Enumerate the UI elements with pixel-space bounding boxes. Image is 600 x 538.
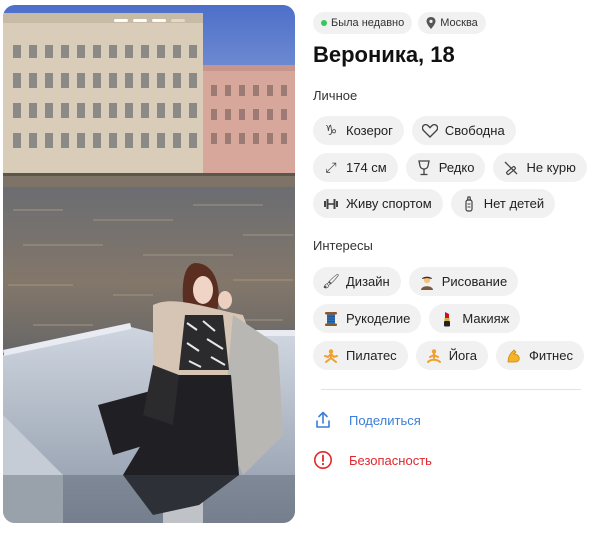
wine-glass-icon	[416, 159, 432, 176]
share-label: Поделиться	[349, 412, 421, 428]
capricorn-icon: ♑	[324, 122, 338, 138]
chip-row: Пилатес Йога Фитнес	[313, 341, 584, 370]
photo-dot[interactable]	[132, 19, 147, 22]
no-smoking-icon	[503, 160, 519, 176]
chip-children: Нет детей	[450, 189, 556, 218]
city-badge: Москва	[418, 12, 486, 34]
thread-icon	[323, 311, 339, 327]
photo-dot[interactable]	[151, 19, 166, 22]
chip-label: Не курю	[526, 160, 576, 175]
chip-label: Пилатес	[346, 348, 397, 363]
lipstick-icon	[439, 311, 455, 327]
safety-label: Безопасность	[349, 452, 432, 468]
photo-pagination	[3, 19, 295, 22]
divider	[321, 389, 581, 390]
chip-interest: Пилатес	[313, 341, 408, 370]
pilates-icon	[323, 348, 339, 364]
chip-row: Рукоделие Макияж	[313, 304, 521, 333]
chip-label: Йога	[448, 348, 477, 363]
safety-button[interactable]: Безопасность	[313, 450, 432, 470]
chip-label: Козерог	[346, 123, 393, 138]
artist-icon	[419, 274, 435, 290]
section-title-interests: Интересы	[313, 238, 373, 253]
heart-icon	[421, 123, 438, 139]
chip-interest: 🖌 Дизайн	[313, 267, 401, 296]
profile-details: Была недавно Москва Вероника, 18 Личное …	[313, 12, 593, 469]
dumbbell-icon	[323, 196, 339, 212]
chip-height: ⤢ 174 см	[313, 153, 398, 182]
photo-dot[interactable]	[113, 19, 128, 22]
photo-dot[interactable]	[170, 19, 185, 22]
height-icon: ⤢	[325, 159, 337, 175]
alert-circle-icon	[313, 450, 333, 470]
chip-label: 174 см	[346, 160, 387, 175]
share-icon	[313, 410, 333, 430]
location-pin-icon	[426, 17, 436, 29]
chip-label: Живу спортом	[346, 196, 432, 211]
share-button[interactable]: Поделиться	[313, 410, 421, 430]
chip-label: Фитнес	[528, 348, 573, 363]
paintbrush-icon: 🖌	[322, 273, 340, 289]
section-title-personal: Личное	[313, 88, 358, 103]
chip-label: Нет детей	[483, 196, 545, 211]
chip-row: ♑ Козерог Свободна	[313, 116, 516, 145]
baby-bottle-icon	[461, 195, 477, 212]
chip-label: Редко	[438, 160, 475, 175]
chip-smoking: Не курю	[493, 153, 587, 182]
chip-interest: Рисование	[408, 267, 519, 296]
yoga-icon	[426, 348, 442, 364]
chip-label: Дизайн	[346, 274, 390, 289]
online-dot-icon	[321, 20, 327, 26]
chip-row: Живу спортом Нет детей	[313, 189, 556, 218]
chip-interest: Фитнес	[495, 341, 584, 370]
chip-row: ⤢ 174 см Редко Не курю	[313, 153, 587, 182]
chip-interest: Рукоделие	[313, 304, 422, 333]
profile-name: Вероника, 18	[313, 42, 455, 67]
chip-label: Макияж	[462, 311, 510, 326]
chip-label: Рисование	[441, 274, 508, 289]
chip-relationship: Свободна	[411, 116, 516, 145]
chip-interest: Йога	[415, 341, 488, 370]
online-status-badge: Была недавно	[313, 12, 413, 34]
chip-interest: Макияж	[429, 304, 521, 333]
online-status-label: Была недавно	[331, 17, 405, 29]
chip-sport: Живу спортом	[313, 189, 443, 218]
profile-photo[interactable]	[3, 5, 295, 523]
chip-zodiac: ♑ Козерог	[313, 116, 404, 145]
flexed-biceps-icon	[506, 348, 522, 364]
chip-label: Свободна	[444, 123, 505, 138]
chip-row: 🖌 Дизайн Рисование	[313, 267, 519, 296]
city-label: Москва	[440, 17, 478, 29]
chip-label: Рукоделие	[346, 311, 411, 326]
chip-alcohol: Редко	[405, 153, 486, 182]
status-badges: Была недавно Москва	[313, 12, 593, 34]
